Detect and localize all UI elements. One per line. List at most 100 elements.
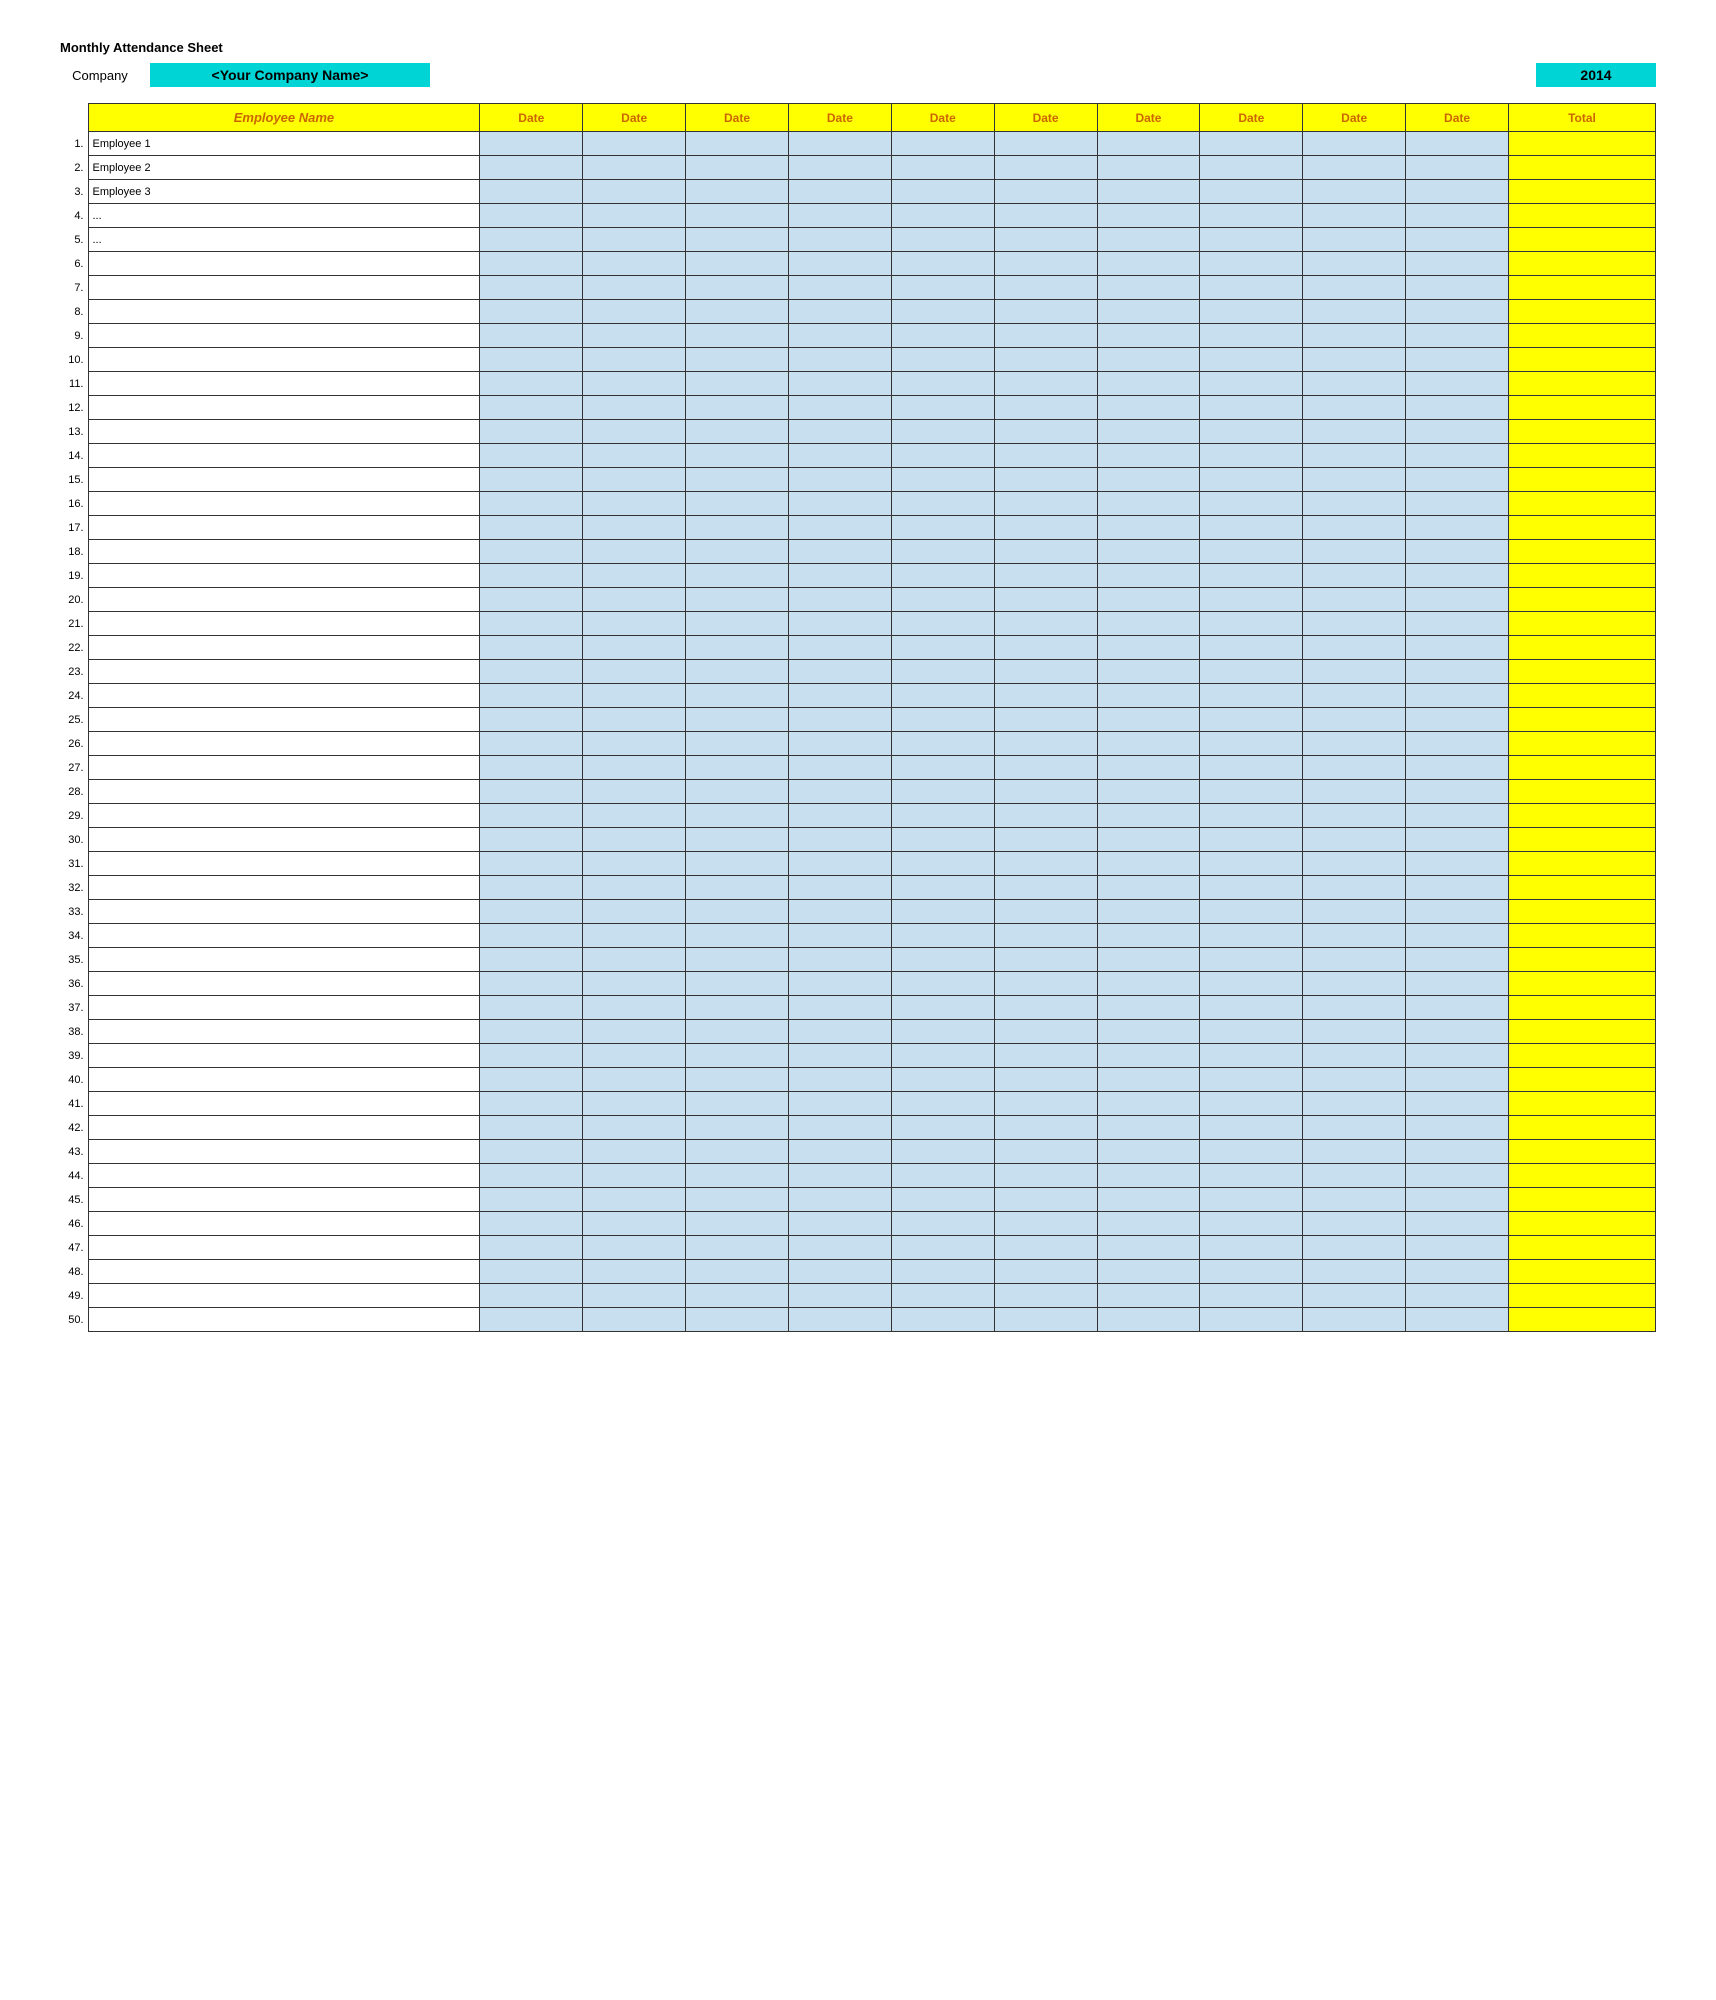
date-cell-6[interactable] [994,660,1097,684]
date-cell-7[interactable] [1097,1092,1200,1116]
date-cell-2[interactable] [583,972,686,996]
date-cell-3[interactable] [686,420,789,444]
total-cell[interactable] [1508,348,1655,372]
date-cell-5[interactable] [891,852,994,876]
date-cell-5[interactable] [891,732,994,756]
date-cell-6[interactable] [994,1044,1097,1068]
table-row[interactable]: 13. [60,420,1656,444]
date-cell-5[interactable] [891,444,994,468]
date-cell-9[interactable] [1303,1140,1406,1164]
date-cell-2[interactable] [583,1164,686,1188]
total-cell[interactable] [1508,1284,1655,1308]
date-cell-10[interactable] [1406,540,1509,564]
date-cell-5[interactable] [891,636,994,660]
date-cell-5[interactable] [891,372,994,396]
table-row[interactable]: 45. [60,1188,1656,1212]
employee-name-cell[interactable] [88,1020,480,1044]
date-cell-10[interactable] [1406,732,1509,756]
date-cell-5[interactable] [891,1140,994,1164]
employee-name-cell[interactable] [88,924,480,948]
date-cell-6[interactable] [994,1260,1097,1284]
total-cell[interactable] [1508,972,1655,996]
date-cell-1[interactable] [480,1092,583,1116]
date-cell-1[interactable] [480,228,583,252]
date-cell-8[interactable] [1200,1236,1303,1260]
date-cell-3[interactable] [686,660,789,684]
date-cell-8[interactable] [1200,300,1303,324]
total-cell[interactable] [1508,1212,1655,1236]
date-cell-7[interactable] [1097,324,1200,348]
date-cell-9[interactable] [1303,612,1406,636]
date-cell-5[interactable] [891,996,994,1020]
date-cell-1[interactable] [480,324,583,348]
date-cell-5[interactable] [891,252,994,276]
date-cell-10[interactable] [1406,492,1509,516]
date-cell-8[interactable] [1200,1308,1303,1332]
date-cell-9[interactable] [1303,540,1406,564]
date-cell-7[interactable] [1097,1188,1200,1212]
date-cell-9[interactable] [1303,228,1406,252]
date-cell-3[interactable] [686,468,789,492]
date-cell-5[interactable] [891,300,994,324]
date-cell-2[interactable] [583,468,686,492]
date-cell-10[interactable] [1406,876,1509,900]
date-cell-4[interactable] [788,684,891,708]
date-cell-8[interactable] [1200,420,1303,444]
date-cell-7[interactable] [1097,996,1200,1020]
date-cell-8[interactable] [1200,924,1303,948]
date-cell-2[interactable] [583,324,686,348]
date-cell-3[interactable] [686,324,789,348]
date-cell-6[interactable] [994,1188,1097,1212]
date-cell-2[interactable] [583,828,686,852]
date-cell-4[interactable] [788,1236,891,1260]
date-cell-5[interactable] [891,420,994,444]
date-cell-9[interactable] [1303,156,1406,180]
company-name-box[interactable]: <Your Company Name> [150,63,430,87]
date-cell-7[interactable] [1097,948,1200,972]
date-cell-6[interactable] [994,324,1097,348]
date-cell-6[interactable] [994,420,1097,444]
employee-name-cell[interactable] [88,372,480,396]
date-cell-5[interactable] [891,180,994,204]
date-cell-7[interactable] [1097,228,1200,252]
employee-name-cell[interactable] [88,588,480,612]
employee-name-cell[interactable] [88,1140,480,1164]
employee-name-cell[interactable] [88,972,480,996]
date-cell-4[interactable] [788,252,891,276]
date-cell-8[interactable] [1200,684,1303,708]
total-cell[interactable] [1508,204,1655,228]
date-cell-4[interactable] [788,396,891,420]
date-cell-4[interactable] [788,1092,891,1116]
date-cell-7[interactable] [1097,1284,1200,1308]
date-cell-10[interactable] [1406,1092,1509,1116]
date-cell-2[interactable] [583,876,686,900]
table-row[interactable]: 26. [60,732,1656,756]
date-cell-5[interactable] [891,972,994,996]
date-cell-3[interactable] [686,1308,789,1332]
date-cell-5[interactable] [891,1092,994,1116]
date-cell-7[interactable] [1097,1068,1200,1092]
employee-name-cell[interactable] [88,1284,480,1308]
date-cell-10[interactable] [1406,1116,1509,1140]
date-cell-5[interactable] [891,468,994,492]
date-cell-4[interactable] [788,612,891,636]
date-cell-10[interactable] [1406,1212,1509,1236]
date-cell-8[interactable] [1200,276,1303,300]
table-row[interactable]: 4.... [60,204,1656,228]
total-cell[interactable] [1508,732,1655,756]
date-cell-3[interactable] [686,1188,789,1212]
date-cell-8[interactable] [1200,1092,1303,1116]
date-cell-6[interactable] [994,348,1097,372]
total-cell[interactable] [1508,252,1655,276]
date-cell-8[interactable] [1200,780,1303,804]
date-cell-6[interactable] [994,804,1097,828]
date-cell-9[interactable] [1303,732,1406,756]
date-cell-9[interactable] [1303,588,1406,612]
date-cell-4[interactable] [788,1116,891,1140]
date-cell-10[interactable] [1406,1044,1509,1068]
date-cell-1[interactable] [480,996,583,1020]
date-cell-7[interactable] [1097,708,1200,732]
employee-name-cell[interactable] [88,1188,480,1212]
table-row[interactable]: 49. [60,1284,1656,1308]
date-cell-5[interactable] [891,660,994,684]
